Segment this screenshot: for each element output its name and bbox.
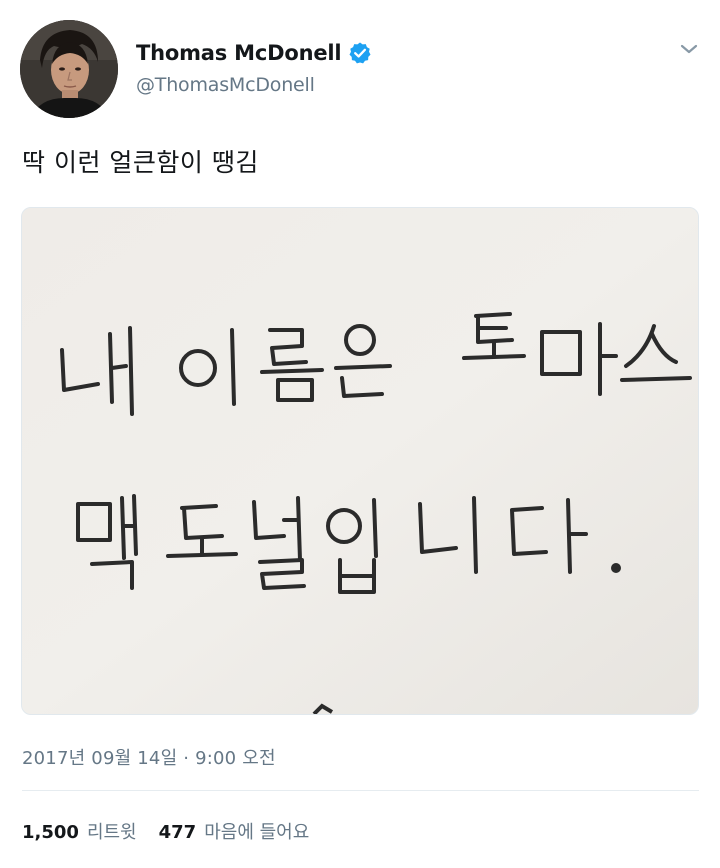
tweet-stats: 1,500 리트윗 477 마음에 들어요	[22, 818, 331, 844]
chevron-down-icon[interactable]	[676, 36, 702, 62]
retweets-label: 리트윗	[86, 822, 137, 843]
likes-count: 477	[158, 822, 197, 843]
tweet-timestamp[interactable]: 2017년 09월 14일 · 9:00 오전	[22, 744, 276, 770]
tweet-image[interactable]	[21, 207, 699, 715]
likes-stat[interactable]: 477 마음에 들어요	[159, 818, 310, 844]
author-handle[interactable]: @ThomasMcDonell	[136, 74, 315, 96]
verified-badge-icon	[348, 41, 372, 65]
author-display-name[interactable]: Thomas McDonell	[136, 41, 342, 65]
retweets-count: 1,500	[22, 822, 79, 843]
tweet: Thomas McDonell @ThomasMcDonell 딱 이런 얼큰함…	[0, 0, 720, 868]
retweets-stat[interactable]: 1,500 리트윗	[22, 818, 137, 844]
tweet-text: 딱 이런 얼큰함이 땡김	[22, 148, 259, 177]
avatar[interactable]	[20, 20, 118, 118]
divider	[22, 790, 699, 791]
likes-label: 마음에 들어요	[204, 822, 310, 843]
author-name-row[interactable]: Thomas McDonell	[136, 38, 372, 68]
